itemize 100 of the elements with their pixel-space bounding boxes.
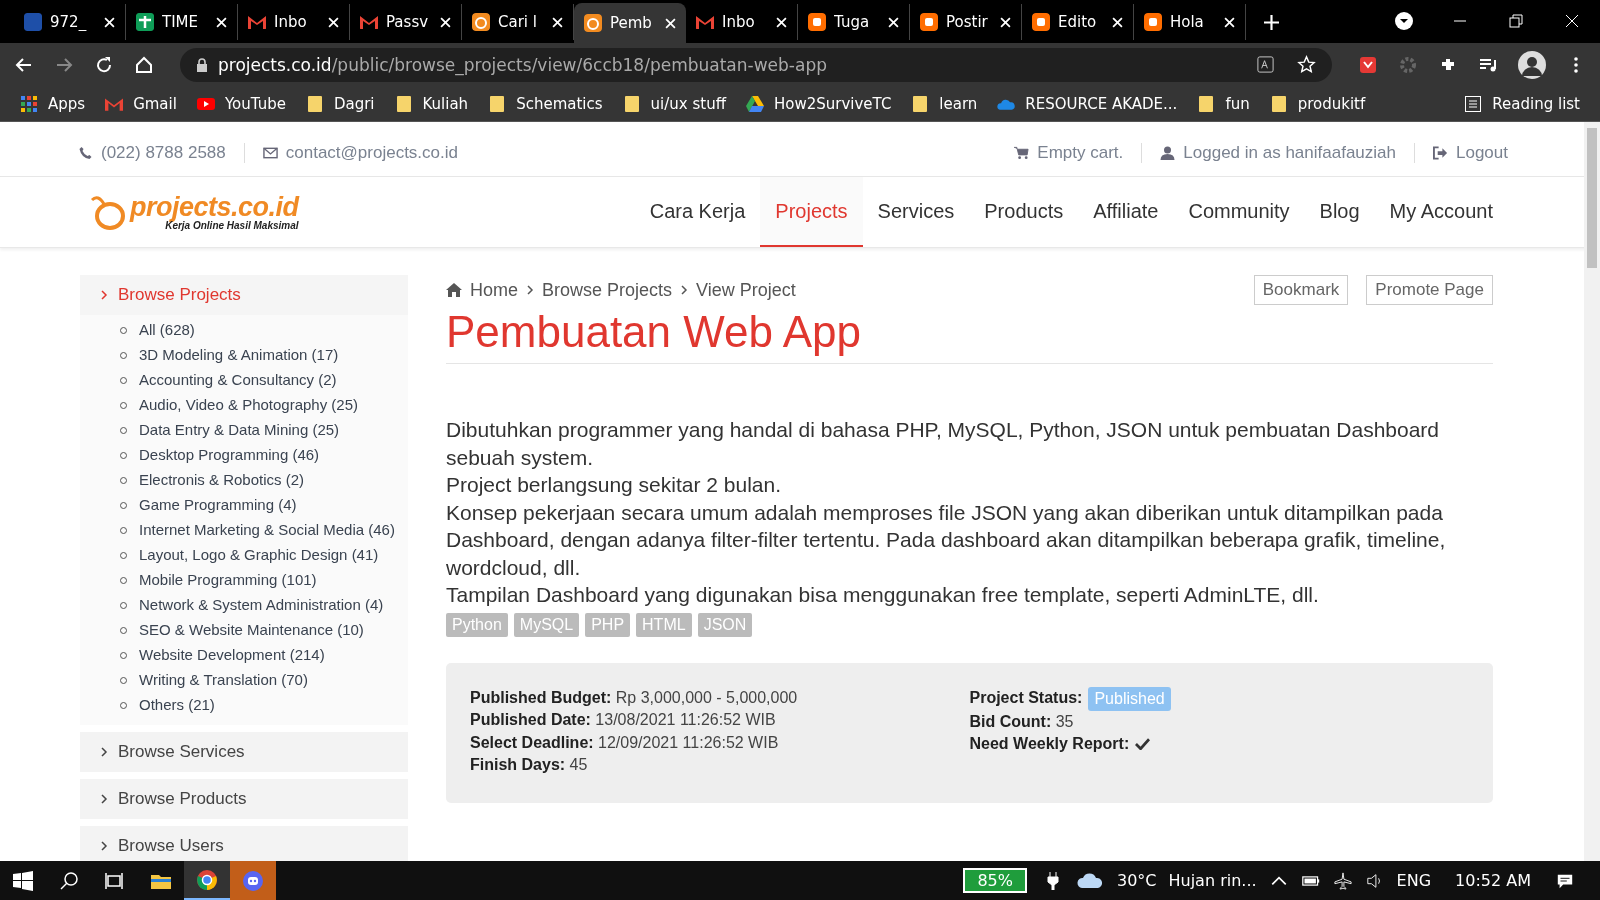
browser-tab[interactable]: Edito	[1022, 4, 1134, 40]
plus-icon	[136, 13, 154, 31]
close-icon[interactable]	[1224, 16, 1235, 28]
windows-start-icon[interactable]	[13, 870, 33, 891]
category-link[interactable]: Game Programming (4)	[139, 495, 297, 515]
breadcrumb-link[interactable]: Home	[470, 279, 518, 301]
search-icon[interactable]	[59, 870, 79, 891]
close-icon[interactable]	[440, 16, 451, 28]
browser-tab[interactable]: Pemb	[574, 3, 686, 43]
browser-tab[interactable]: Inbo	[238, 4, 350, 40]
restore-icon[interactable]	[1506, 11, 1526, 31]
close-icon[interactable]	[1000, 16, 1011, 28]
category-link[interactable]: Desktop Programming (46)	[139, 445, 320, 465]
category-link[interactable]: Electronis & Robotics (2)	[139, 470, 305, 490]
category-link[interactable]: Layout, Logo & Graphic Design (41)	[139, 545, 379, 565]
bookmark-item[interactable]: produkitf	[1269, 94, 1366, 113]
weather-text[interactable]: Hujan rin...	[1168, 871, 1257, 890]
browser-tab[interactable]: Postir	[910, 4, 1022, 40]
action-button[interactable]: Promote Page	[1366, 275, 1493, 305]
folder-icon	[305, 95, 324, 112]
browser-tab[interactable]: Cari l	[462, 4, 574, 40]
user-link[interactable]: Logged in as hanifaafauziah	[1183, 143, 1396, 163]
bookmark-item[interactable]: fun	[1197, 94, 1250, 113]
browser-tab[interactable]: TIME	[126, 4, 238, 40]
browser-tab[interactable]: 972_	[14, 4, 126, 40]
nav-link[interactable]: My Account	[1374, 177, 1508, 247]
home-icon[interactable]	[134, 54, 154, 75]
category-link[interactable]: Audio, Video & Photography (25)	[139, 395, 359, 415]
browser-tab[interactable]: Tuga	[798, 4, 910, 40]
address-field[interactable]: projects.co.id/public/browse_projects/view/6ccb18/pembuatan-web-app	[180, 47, 1332, 82]
nav-link[interactable]: Services	[862, 177, 970, 247]
action-button[interactable]: Bookmark	[1253, 275, 1349, 305]
star-icon[interactable]	[1297, 55, 1316, 74]
sidebar-section[interactable]: Browse Products	[80, 779, 408, 819]
close-icon[interactable]	[328, 16, 339, 28]
category-link[interactable]: Network & System Administration (4)	[139, 595, 384, 615]
browser-tab[interactable]: Passv	[350, 4, 462, 40]
bookmark-item[interactable]: How2SurviveTC	[746, 94, 892, 113]
sidebar-section[interactable]: Browse Services	[80, 732, 408, 772]
bookmark-item[interactable]: Gmail	[105, 94, 177, 113]
reload-icon[interactable]	[94, 54, 114, 75]
mouse-icon	[472, 13, 490, 31]
avatar-icon[interactable]	[1518, 50, 1546, 79]
browser-tab[interactable]: Inbo	[686, 4, 798, 40]
sidebar-section[interactable]: Browse Users	[80, 826, 408, 861]
nav-link[interactable]: Cara Kerja	[634, 177, 761, 247]
category-link[interactable]: SEO & Website Maintenance (10)	[139, 620, 364, 640]
category-link[interactable]: Others (21)	[139, 695, 215, 715]
bookmark-item[interactable]: Kuliah	[394, 94, 469, 113]
breadcrumb-link[interactable]: Browse Projects	[542, 279, 673, 301]
clock-text[interactable]: 10:52 AM	[1455, 871, 1531, 890]
nav-link[interactable]: Products	[969, 177, 1079, 247]
bookmark-item[interactable]: RESOURCE AKADE...	[997, 94, 1178, 113]
category-link[interactable]: Accounting & Consultancy (2)	[139, 370, 337, 390]
bookmark-item[interactable]: Schematics	[488, 94, 603, 113]
browser-tab[interactable]: Hola	[1134, 4, 1246, 40]
category-link[interactable]: 3D Modeling & Animation (17)	[139, 345, 339, 365]
bookmark-item[interactable]: YouTube	[196, 94, 286, 113]
close-icon[interactable]	[552, 16, 563, 28]
translate-icon[interactable]	[1256, 55, 1275, 74]
nav-link[interactable]: Projects	[760, 177, 863, 247]
temperature-text[interactable]: 30°C	[1116, 871, 1157, 890]
language-indicator[interactable]: ENG	[1396, 871, 1432, 890]
airplane-icon[interactable]	[1333, 871, 1352, 890]
nav-link[interactable]: Affiliate	[1078, 177, 1174, 247]
bookmark-item[interactable]: ui/ux stuff	[622, 94, 726, 113]
category-link[interactable]: Internet Marketing & Social Media (46)	[139, 520, 395, 540]
bookmark-item[interactable]: Dagri	[305, 94, 375, 113]
close-icon[interactable]	[776, 16, 787, 28]
close-icon[interactable]	[888, 16, 899, 28]
close-icon[interactable]	[665, 17, 676, 29]
category-link[interactable]: Website Development (214)	[139, 645, 325, 665]
shield-icon[interactable]	[1358, 54, 1378, 75]
battery-indicator[interactable]: 85%	[963, 868, 1027, 893]
breadcrumb-link[interactable]: View Project	[696, 279, 796, 301]
tab-search-icon[interactable]	[1394, 11, 1414, 31]
close-icon[interactable]	[1112, 16, 1123, 28]
detail-label: Project Status:	[969, 688, 1083, 709]
email-link[interactable]: contact@projects.co.id	[285, 143, 458, 163]
close-icon[interactable]	[104, 16, 115, 28]
category-link[interactable]: Data Entry & Data Mining (25)	[139, 420, 340, 440]
category-link[interactable]: Writing & Translation (70)	[139, 670, 308, 690]
scrollbar[interactable]	[1584, 122, 1600, 861]
detail-line: Published Budget: Rp 3,000,000 - 5,000,000	[470, 687, 799, 708]
browser-icon	[197, 869, 217, 890]
category-link[interactable]: All (628)	[139, 320, 195, 340]
nav-link[interactable]: Blog	[1304, 177, 1375, 247]
taskbar-app[interactable]	[184, 861, 230, 900]
nav-link[interactable]: Community	[1173, 177, 1305, 247]
bookmark-item[interactable]: learn	[911, 94, 978, 113]
reading-list-button[interactable]: Reading list	[1464, 94, 1580, 113]
close-icon[interactable]	[216, 16, 227, 28]
category-link[interactable]: Mobile Programming (101)	[139, 570, 317, 590]
new-tab-icon[interactable]	[1264, 15, 1279, 30]
cloud-icon[interactable]	[1076, 871, 1103, 890]
task-view-icon[interactable]	[105, 870, 125, 891]
cart-link[interactable]: Empty cart.	[1037, 143, 1124, 163]
bookmark-item[interactable]: Apps	[20, 94, 86, 113]
logout-link[interactable]: Logout	[1456, 143, 1508, 163]
sidebar-section[interactable]: Browse Projects	[80, 275, 408, 315]
